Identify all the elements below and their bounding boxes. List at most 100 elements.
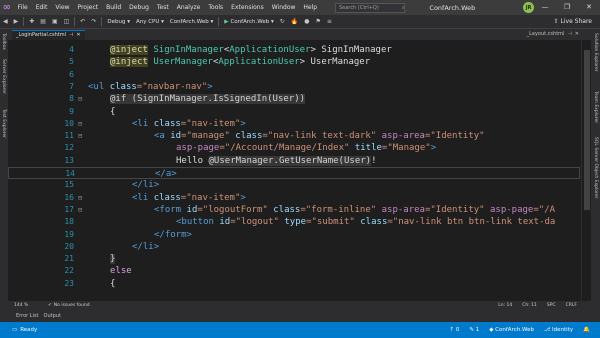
code-text: { <box>110 278 115 290</box>
pending-edits-indicator[interactable]: ✎ 1 <box>469 327 479 333</box>
breakpoint-icon[interactable]: ● <box>301 18 312 25</box>
code-token: ="manage" <box>181 131 236 142</box>
run-button[interactable]: ▶ ConfArch.Web ▾ <box>221 19 277 25</box>
fold-toggle-icon[interactable]: ⊟ <box>78 118 82 130</box>
forward-icon[interactable]: ▶ <box>11 18 22 25</box>
fold-toggle-icon[interactable]: ⊟ <box>78 204 82 216</box>
maximize-button[interactable]: ❐ <box>556 0 578 15</box>
fold-toggle-icon[interactable]: ⊟ <box>78 93 82 105</box>
undo-icon[interactable]: ↶ <box>77 18 88 25</box>
code-line[interactable]: 22 else <box>8 265 580 277</box>
code-line[interactable]: 18 <button id="logout" type="submit" clas… <box>8 216 580 228</box>
code-line[interactable]: 14 </a> <box>8 167 580 179</box>
redo-icon[interactable]: ↷ <box>88 18 99 25</box>
close-icon[interactable]: ✕ <box>76 31 80 40</box>
menu-item-help[interactable]: Help <box>299 0 321 15</box>
menu-item-build[interactable]: Build <box>102 0 125 15</box>
code-token: li <box>137 118 149 129</box>
repository-indicator[interactable]: ◆ ConfArch.Web <box>489 327 534 333</box>
line-number: Ln: 14 <box>498 302 513 308</box>
menu-item-extensions[interactable]: Extensions <box>227 0 268 15</box>
close-button[interactable]: ✕ <box>578 0 600 15</box>
code-line[interactable]: 13 Hello @UserManager.GetUserName(User)! <box>8 155 580 167</box>
sql-server-object-explorer-tab[interactable]: SQL Server Object Explorer <box>593 137 598 198</box>
close-icon[interactable]: ✕ <box>575 30 579 40</box>
tab-layout[interactable]: _Layout.cshtml ⊣ ✕ <box>523 30 583 40</box>
push-indicator[interactable]: ↑ 0 <box>449 327 459 333</box>
code-line[interactable]: 12 asp-page="/Account/Manage/Index" title… <box>8 142 580 154</box>
comment-icon[interactable]: ≡ <box>324 18 335 25</box>
code-token: asp-page <box>176 143 220 154</box>
line-number: 10 <box>64 118 74 128</box>
code-line[interactable]: 8 ⊟ @if (SignInManager.IsSignedIn(User)) <box>8 93 580 105</box>
configuration-dropdown[interactable]: Debug ▾ <box>104 19 133 25</box>
code-line[interactable]: 4 @inject SignInManager<ApplicationUser> … <box>8 44 580 56</box>
platform-dropdown[interactable]: Any CPU ▾ <box>133 19 167 25</box>
menu-item-tools[interactable]: Tools <box>204 0 227 15</box>
vertical-scrollbar[interactable] <box>581 40 591 301</box>
code-line[interactable]: 15 </li> <box>8 179 580 191</box>
line-number: 4 <box>69 45 74 54</box>
zoom-level[interactable]: 144 % <box>8 303 48 308</box>
menu-item-test[interactable]: Test <box>153 0 173 15</box>
code-line[interactable]: 5 @inject UserManager<ApplicationUser> Us… <box>8 56 580 68</box>
code-line[interactable]: 20 </li> <box>8 241 580 253</box>
hot-reload-icon[interactable]: 🔥 <box>288 18 301 25</box>
test-explorer-tab[interactable]: Test Explorer <box>1 109 6 138</box>
code-token: ="/A <box>533 204 556 215</box>
code-line[interactable]: 21} <box>8 253 580 265</box>
fold-toggle-icon[interactable]: ⊟ <box>78 130 82 142</box>
code-editor[interactable]: 4 @inject SignInManager<ApplicationUser> … <box>8 40 591 301</box>
save-all-icon[interactable]: ◫ <box>61 18 73 25</box>
error-list-tab[interactable]: Error List <box>16 313 39 319</box>
code-line[interactable]: 16 ⊟ <li class="nav-item"> <box>8 192 580 204</box>
code-line[interactable]: 6 <box>8 69 580 81</box>
run-target-label: ConfArch.Web <box>230 18 270 25</box>
separator <box>218 17 220 26</box>
fold-toggle-icon[interactable]: ⊟ <box>78 192 82 204</box>
menu-item-view[interactable]: View <box>51 0 73 15</box>
branch-indicator[interactable]: ⎇ Identity <box>544 327 573 333</box>
server-explorer-tab[interactable]: Server Explorer <box>1 59 6 94</box>
toolbox-tab[interactable]: Toolbox <box>1 33 6 50</box>
tab-login-partial[interactable]: _LoginPartial.cshtml ⊣ ✕ <box>12 30 85 40</box>
team-explorer-tab[interactable]: Team Explorer <box>593 91 598 123</box>
code-line[interactable]: 9{ <box>8 106 580 118</box>
bookmark-icon[interactable]: ⚑ <box>313 18 324 25</box>
code-token: @UserManager.GetUserName(User) <box>208 155 372 166</box>
open-icon[interactable]: ▤ <box>37 18 49 25</box>
account-avatar[interactable]: JR <box>523 2 534 13</box>
minimize-button[interactable]: — <box>534 0 556 15</box>
code-line[interactable]: 11 ⊟ <a id="manage" class="nav-link text-d… <box>8 130 580 142</box>
back-icon[interactable]: ◀ <box>0 18 11 25</box>
live-share-button[interactable]: ⇧ Live Share <box>554 18 600 25</box>
refresh-icon[interactable]: ↻ <box>277 18 288 25</box>
code-line[interactable]: 19 </form> <box>8 229 580 241</box>
code-token: class <box>153 192 181 203</box>
pin-icon[interactable]: ⊣ <box>69 31 73 40</box>
menu-item-project[interactable]: Project <box>74 0 103 15</box>
issues-indicator[interactable]: ✔ No issues found <box>48 303 90 308</box>
menu-item-file[interactable]: File <box>14 0 32 15</box>
menu-item-edit[interactable]: Edit <box>32 0 52 15</box>
code-token: ="form-inline" <box>300 204 382 215</box>
new-item-icon[interactable]: ✚ <box>26 18 37 25</box>
code-line[interactable]: 17 ⊟ <form id="logoutForm" class="form-inl… <box>8 204 580 216</box>
output-tab[interactable]: Output <box>44 313 61 319</box>
code-line[interactable]: 10 ⊟ <li class="nav-item"> <box>8 118 580 130</box>
scrollbar-thumb[interactable] <box>584 50 590 210</box>
pending-edits-count: 1 <box>475 327 480 333</box>
startup-project-dropdown[interactable]: ConfArch.Web ▾ <box>167 19 216 25</box>
whitespace-mode[interactable]: SPC <box>547 303 556 308</box>
pin-icon[interactable]: ⊣ <box>567 30 571 40</box>
line-ending[interactable]: CRLF <box>566 303 577 308</box>
menu-item-analyze[interactable]: Analyze <box>173 0 205 15</box>
save-icon[interactable]: ▣ <box>49 18 61 25</box>
notifications-icon[interactable]: 🔔 <box>583 327 590 333</box>
solution-explorer-tab[interactable]: Solution Explorer <box>593 33 598 72</box>
code-line[interactable]: 23 { <box>8 278 580 290</box>
code-line[interactable]: 7 <ul class="navbar-nav"> <box>8 81 580 93</box>
search-box[interactable]: Search (Ctrl+Q) ⌕ <box>335 2 406 13</box>
menu-item-window[interactable]: Window <box>268 0 300 15</box>
menu-item-debug[interactable]: Debug <box>125 0 153 15</box>
